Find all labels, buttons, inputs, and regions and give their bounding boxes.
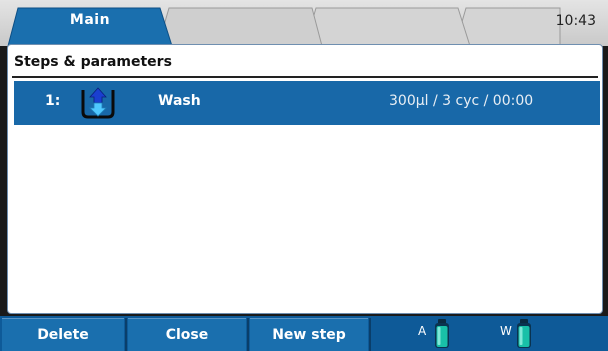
bottle-status: A W — [372, 316, 608, 351]
bottom-toolbar: Delete Close New step A W — [0, 316, 608, 351]
step-parameters: 300µl / 3 cyc / 00:00 — [389, 93, 534, 109]
tab-bar: Main 10:43 — [0, 0, 608, 46]
step-name: Wash — [158, 93, 201, 109]
step-row[interactable]: 1: Wash 300µl / 3 cyc / 00:00 — [14, 81, 600, 125]
clock-time: 10:43 — [555, 13, 596, 29]
toolbar-divider — [247, 318, 249, 351]
tab-3[interactable] — [454, 7, 561, 46]
close-button[interactable]: Close — [128, 318, 246, 351]
wash-arrows-icon — [80, 86, 116, 120]
step-number: 1: — [45, 93, 61, 109]
new-step-button[interactable]: New step — [250, 318, 368, 351]
tab-1[interactable] — [157, 7, 323, 46]
toolbar-divider — [369, 318, 371, 351]
section-title: Steps & parameters — [14, 54, 172, 70]
toolbar-divider — [125, 318, 127, 351]
section-divider — [12, 76, 598, 78]
tab-2[interactable] — [304, 7, 471, 46]
bottle-a-label: A — [418, 324, 427, 338]
bottle-icon — [516, 319, 532, 349]
bottle-icon — [434, 319, 450, 349]
steps-panel: Steps & parameters 1: Wash 300µl / 3 cyc… — [7, 44, 603, 314]
delete-button[interactable]: Delete — [2, 318, 124, 351]
tab-main-label: Main — [69, 12, 111, 28]
bottle-w-label: W — [500, 324, 512, 338]
